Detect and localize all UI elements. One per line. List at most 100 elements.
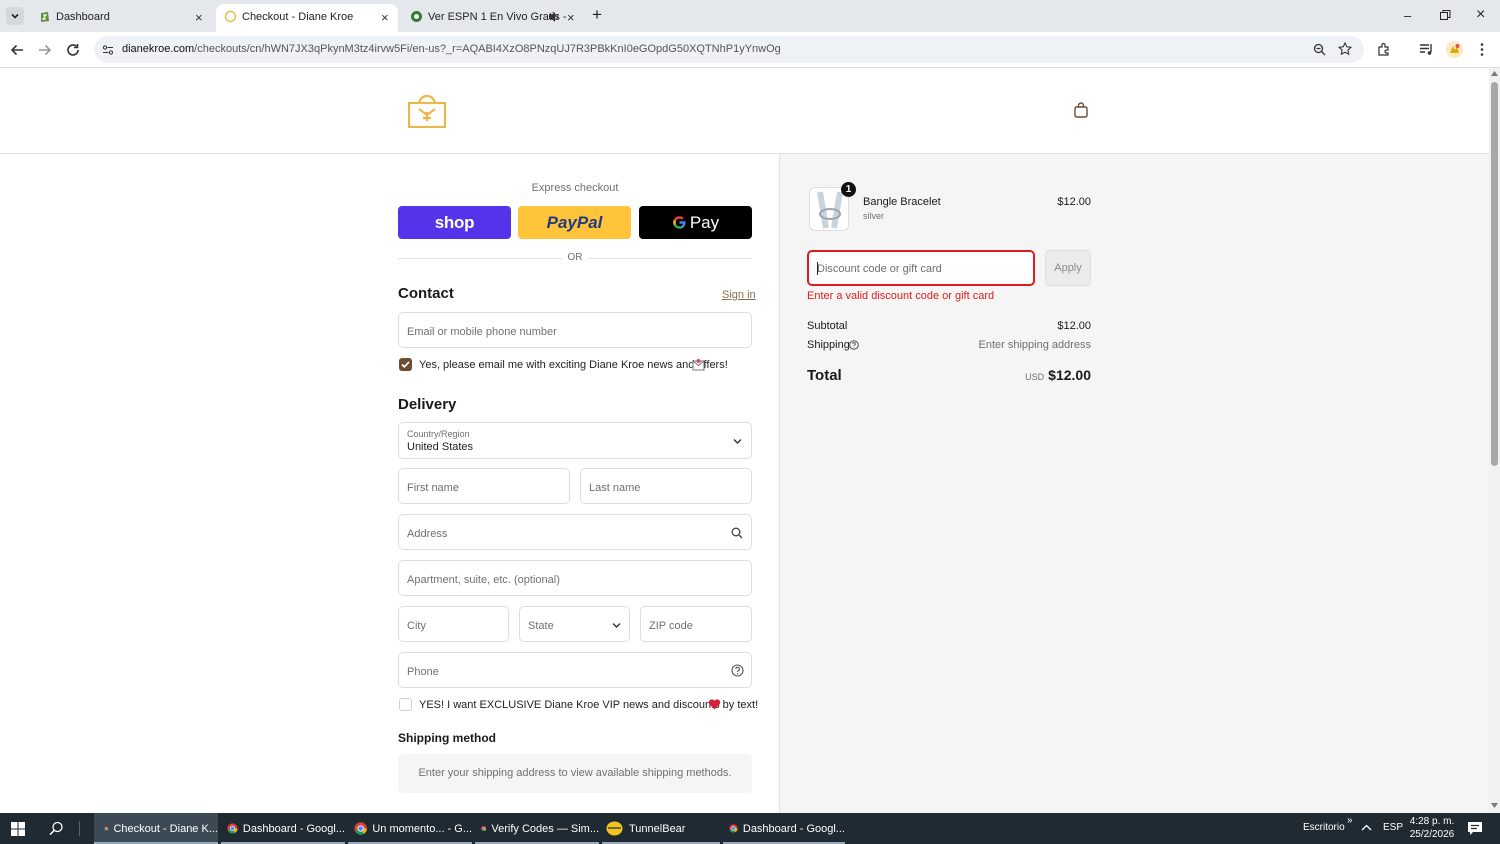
diane-kroe-favicon-icon [224,10,237,23]
chevron-down-icon [733,439,742,444]
help-circle-icon[interactable] [849,340,859,350]
shipping-value: Enter shipping address [978,339,1091,351]
address-bar[interactable]: dianekroe.com/checkouts/cn/hWN7JX3qPkynM… [94,36,1364,63]
language-indicator[interactable]: ESP [1383,822,1403,833]
paypal-button[interactable]: PayPal [518,206,631,239]
checkout-header [0,68,1489,154]
tunnelbear-icon [606,821,623,836]
profile-icon [1450,44,1460,53]
taskbar-app-verify-codes[interactable]: Verify Codes — Sim... [475,813,599,844]
newsletter-checkbox[interactable] [399,358,412,371]
site-settings-icon[interactable] [102,44,114,56]
last-name-placeholder: Last name [589,482,641,494]
taskbar-app-label: Dashboard - Googl... [242,822,345,835]
gift-envelope-icon [692,359,705,371]
forward-arrow-icon[interactable] [38,43,52,57]
city-field[interactable]: City [398,606,509,642]
url-path: /checkouts/cn/hWN7JX3qPkynM3tz4irvw5Fi/e… [194,43,781,55]
sms-checkbox[interactable] [399,698,412,711]
country-value: United States [407,441,474,453]
help-circle-icon[interactable] [731,664,744,677]
close-icon[interactable]: × [567,11,575,25]
clock[interactable]: 4:28 p. m. 25/2/2026 [1407,815,1457,841]
country-select[interactable]: Country/Region United States [398,422,752,459]
phone-field[interactable]: Phone [398,652,752,688]
windows-start-icon[interactable] [11,822,25,836]
email-field[interactable]: Email or mobile phone number [398,312,752,348]
taskbar-app-un-momento[interactable]: Un momento... - G... [348,813,472,844]
shipping-method-heading: Shipping method [398,731,496,745]
product-name: Bangle Bracelet [863,196,941,208]
profile-avatar[interactable] [1446,41,1463,58]
media-controls-icon[interactable] [1419,42,1434,57]
taskbar-app-dashboard-2[interactable]: Dashboard - Googl... [723,813,845,844]
restore-button[interactable] [1440,10,1451,21]
minimize-button[interactable]: – [1404,8,1411,23]
currency-code: USD [1025,372,1045,382]
zip-field[interactable]: ZIP code [640,606,752,642]
apartment-field[interactable]: Apartment, suite, etc. (optional) [398,560,752,596]
extensions-icon[interactable] [1377,42,1392,57]
chrome-icon [481,825,487,832]
bookmark-star-icon[interactable] [1338,42,1352,56]
heart-icon [708,699,721,710]
google-pay-button[interactable]: Pay [639,206,752,239]
shopify-favicon-icon [41,12,49,22]
city-placeholder: City [407,620,426,632]
tab-title: Checkout - Diane Kroe [242,11,354,23]
reload-icon[interactable] [66,43,80,57]
taskbar-app-tunnelbear[interactable]: TunnelBear [602,813,720,844]
close-window-button[interactable]: × [1476,6,1485,24]
close-icon[interactable]: × [195,11,203,25]
page-scrollbar[interactable] [1489,68,1500,813]
new-tab-button[interactable]: + [592,6,602,24]
discount-code-field[interactable]: Discount code or gift card [807,250,1035,286]
shipping-method-note: Enter your shipping address to view avai… [418,767,732,779]
search-icon[interactable] [49,821,64,836]
zoom-icon[interactable] [1313,43,1326,56]
last-name-field[interactable]: Last name [580,468,752,504]
state-select[interactable]: State [519,606,630,642]
state-placeholder: State [528,620,554,632]
chrome-icon [104,826,109,831]
tab-dashboard[interactable]: Dashboard × [30,4,212,32]
subtotal-label: Subtotal [807,320,848,332]
browser-toolbar: dianekroe.com/checkouts/cn/hWN7JX3qPkynM… [0,32,1500,68]
more-menu-icon[interactable] [1479,42,1485,57]
diane-kroe-logo[interactable] [408,90,446,128]
apply-discount-button[interactable]: Apply [1045,250,1091,286]
discount-code-placeholder: Discount code or gift card [817,263,942,275]
scroll-up-arrow-icon[interactable] [1491,71,1498,76]
tab-checkout[interactable]: Checkout - Diane Kroe × [216,4,398,32]
express-checkout-label: Express checkout [531,182,619,194]
shop-pay-button[interactable]: shop [398,206,511,239]
chevron-up-icon[interactable] [1361,824,1372,831]
tab-search-button[interactable] [6,7,24,25]
first-name-field[interactable]: First name [398,468,570,504]
double-chevron-icon[interactable]: » [1347,815,1353,826]
discount-error-message: Enter a valid discount code or gift card [807,290,995,302]
close-icon[interactable]: × [381,11,389,25]
browser-tab-strip: Dashboard × Checkout - Diane Kroe × Ver … [0,0,1500,32]
clock-date: 25/2/2026 [1409,829,1455,840]
notification-center-icon[interactable] [1467,821,1483,836]
address-field[interactable]: Address [398,514,752,550]
apartment-placeholder: Apartment, suite, etc. (optional) [407,574,560,586]
taskbar-app-dashboard[interactable]: Dashboard - Googl... [221,813,345,844]
shopping-bag-icon[interactable] [1074,102,1088,118]
sign-in-link[interactable]: Sign in [722,289,756,301]
tab-title: Ver ESPN 1 En Vivo Gratis - [428,11,567,23]
clock-time: 4:28 p. m. [1409,816,1455,827]
speaker-icon[interactable] [548,11,560,23]
scrollbar-thumb[interactable] [1491,82,1498,466]
desktop-toolbar-label[interactable]: Escritorio [1303,822,1345,833]
apply-label: Apply [1054,262,1082,274]
google-g-icon [673,216,686,229]
espn-favicon-icon [411,11,422,22]
tab-espn[interactable]: Ver ESPN 1 En Vivo Gratis - × [402,4,586,32]
back-arrow-icon[interactable] [10,43,24,57]
scroll-down-arrow-icon[interactable] [1491,803,1498,808]
taskbar-app-label: Checkout - Diane K... [113,822,218,835]
taskbar-app-checkout[interactable]: Checkout - Diane K... [94,813,218,844]
windows-taskbar: Checkout - Diane K... Dashboard - Googl.… [0,813,1500,844]
